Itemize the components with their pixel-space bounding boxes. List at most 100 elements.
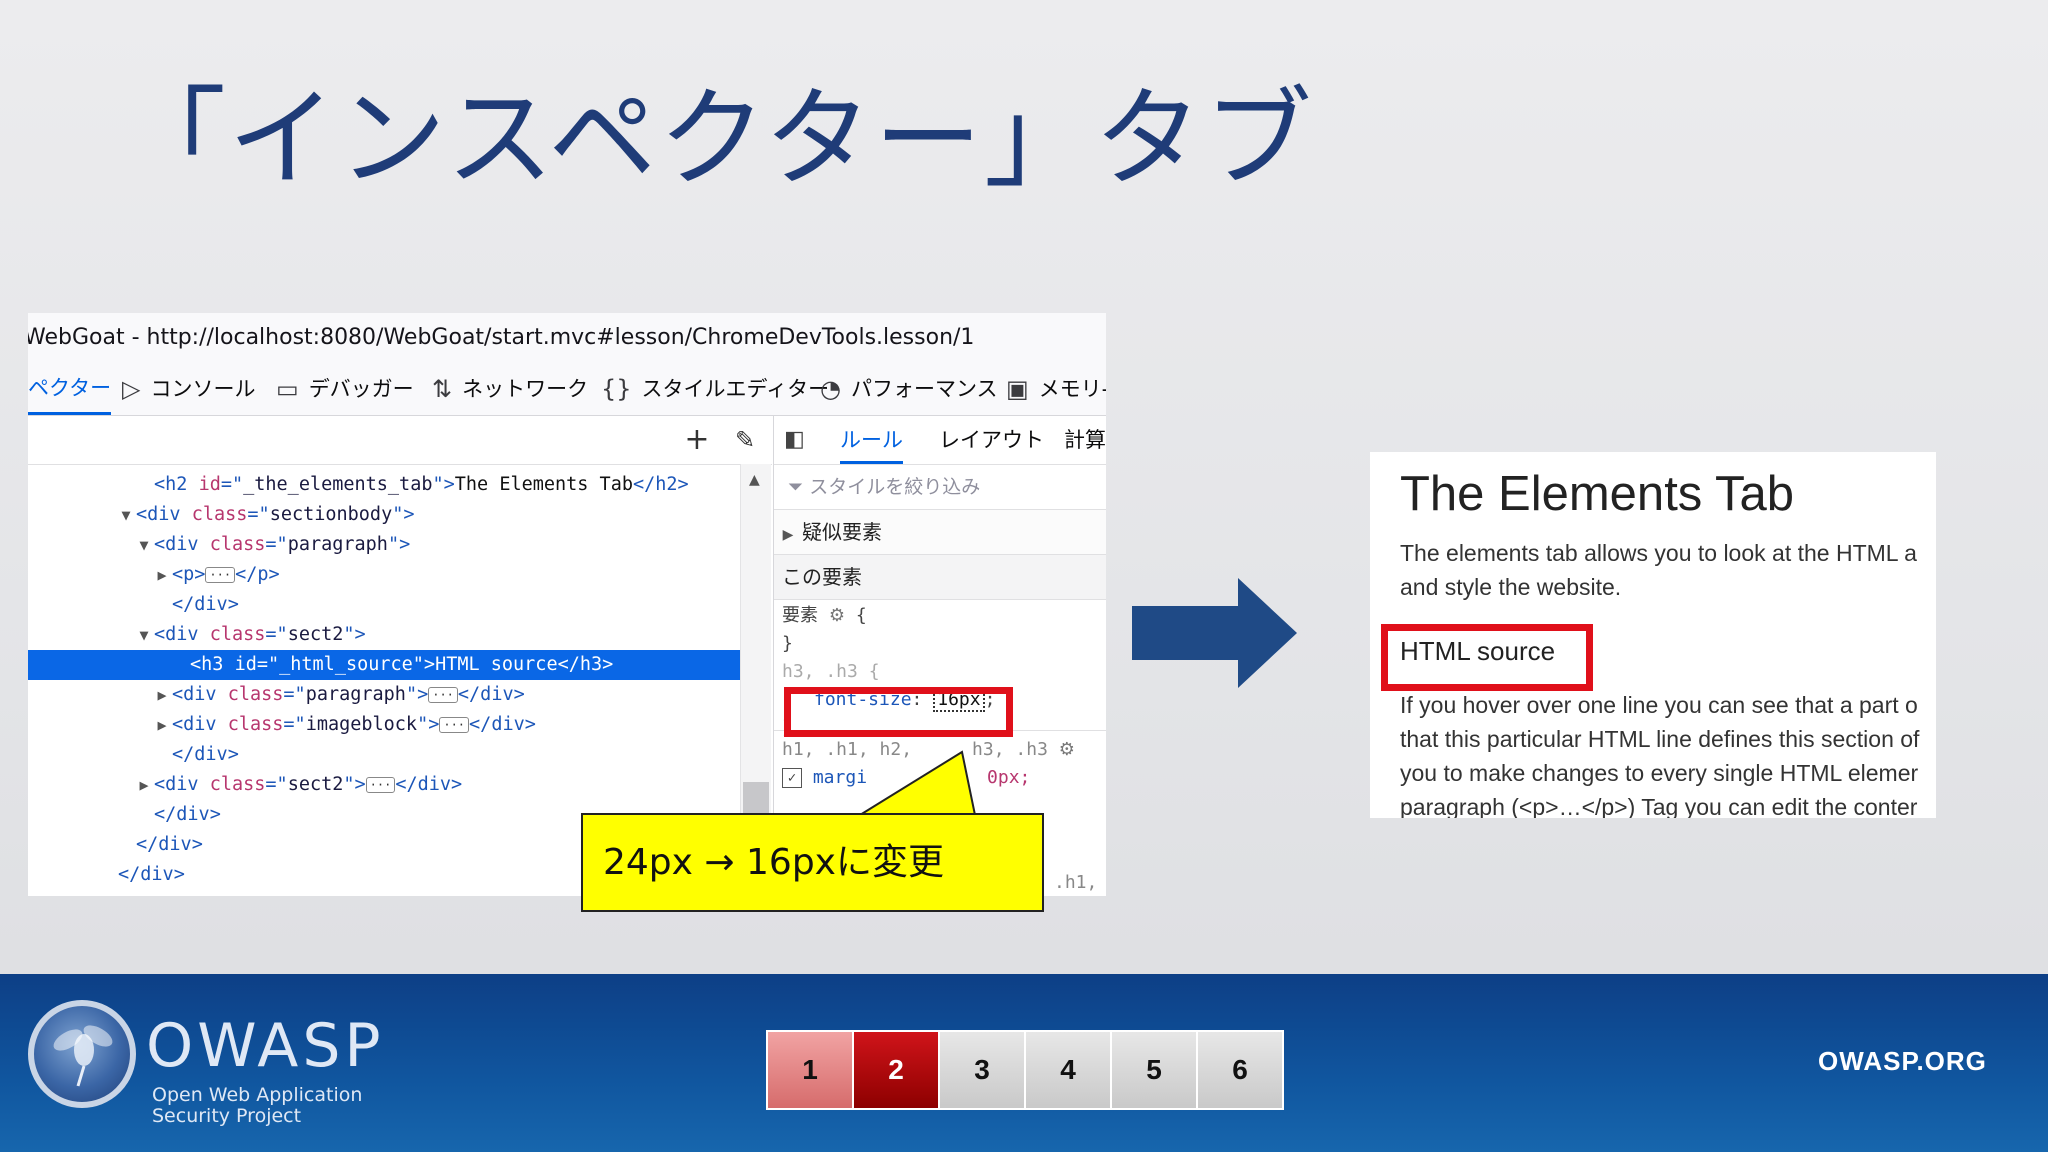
markup-token: =" <box>283 684 306 705</box>
markup-token: </div> <box>154 804 221 825</box>
markup-token: </div> <box>395 774 463 795</box>
markup-token: class <box>191 504 248 525</box>
right-arrow-icon <box>1132 578 1297 688</box>
dom-node[interactable]: ▼ <div class="sectionbody"> <box>28 500 740 530</box>
collapse-triangle-icon[interactable]: ▼ <box>116 500 136 530</box>
markup-token: _html_source <box>279 654 413 675</box>
style-filter-input[interactable]: ⏷ スタイルを絞り込み <box>774 465 1106 510</box>
page-button[interactable]: 1 <box>768 1032 854 1108</box>
markup-token: =" <box>256 654 280 675</box>
checkbox-checked-icon[interactable]: ✓ <box>782 768 802 788</box>
gear-icon[interactable]: ⚙ <box>1059 739 1075 760</box>
ellipsis-badge[interactable]: ··· <box>428 687 458 703</box>
tab-computed[interactable]: 計算 <box>1064 416 1106 464</box>
dom-node[interactable]: <h2 id="_the_elements_tab">The Elements … <box>28 470 740 500</box>
dom-node[interactable]: </div> <box>28 590 740 620</box>
highlight-box-html-source <box>1381 624 1593 691</box>
markup-token: class <box>227 714 284 735</box>
console-icon: ▷ <box>122 375 141 403</box>
ellipsis-badge[interactable]: ··· <box>439 717 470 733</box>
markup-token: paragraph <box>305 684 406 705</box>
devtools-tab-bar: ペクター ▷ コンソール ▭ デバッガー ⇅ ネットワーク {} スタイルエディ… <box>28 363 1106 416</box>
tab-style-editor[interactable]: {} スタイルエディター <box>601 363 829 415</box>
markup-token: <div <box>172 684 228 705</box>
markup-token: <p> <box>172 564 206 585</box>
dom-node[interactable]: </div> <box>28 740 740 770</box>
page-button[interactable]: 3 <box>940 1032 1026 1108</box>
page-button[interactable]: 6 <box>1198 1032 1282 1108</box>
markup-token: </div> <box>118 864 185 885</box>
markup-token: <h3 <box>190 654 235 675</box>
markup-token: <h2 <box>154 474 199 495</box>
tab-debugger[interactable]: ▭ デバッガー <box>276 363 414 415</box>
margin-declaration[interactable]: ✓ margi 0px; <box>782 764 1030 792</box>
expand-triangle-icon[interactable]: ▶ <box>152 680 172 710</box>
tab-layout[interactable]: レイアウト <box>939 416 1044 464</box>
dom-node[interactable]: ▼ <div class="sect2"> <box>28 620 740 650</box>
tagline-line: Open Web Application <box>152 1084 363 1106</box>
pseudo-elements-toggle[interactable]: ▶ 疑似要素 <box>774 510 1106 555</box>
markup-token: =" <box>265 774 288 795</box>
debugger-icon: ▭ <box>276 375 299 403</box>
markup-token: sect2 <box>287 774 344 795</box>
network-arrows-icon: ⇅ <box>432 375 453 403</box>
collapse-triangle-icon[interactable]: ▼ <box>134 620 154 650</box>
dom-node[interactable]: ▶ <div class="paragraph"> ··· </div> <box>28 680 740 710</box>
dom-node[interactable]: ▶ <div class="sect2"> ··· </div> <box>28 770 740 800</box>
toggle-sidebar-icon[interactable]: ◧ <box>784 416 805 464</box>
expand-triangle-icon[interactable]: ▶ <box>134 770 154 800</box>
owasp-wordmark: OWASP <box>146 1011 385 1081</box>
markup-token: </h2> <box>632 474 689 495</box>
markup-token: "> <box>387 534 411 555</box>
gear-icon[interactable]: ⚙ <box>829 605 845 626</box>
markup-token: The Elements Tab <box>454 474 633 495</box>
tab-memory[interactable]: ▣ メモリ- <box>1006 363 1106 415</box>
markup-token: =" <box>265 624 288 645</box>
markup-token: <div <box>172 714 228 735</box>
heading-rule-selector: h1, .h1, h2, h3, .h3 ⚙ <box>782 736 1075 764</box>
open-brace: { <box>868 661 880 682</box>
tab-inspector[interactable]: ペクター <box>28 363 112 415</box>
page-heading: The Elements Tab <box>1400 467 1795 521</box>
dom-node[interactable]: ▼ <div class="paragraph"> <box>28 530 740 560</box>
callout-annotation: 24px → 16pxに変更 <box>581 813 1044 912</box>
gauge-icon: ◔ <box>820 375 841 403</box>
markup-token: "> <box>412 654 436 675</box>
site-link[interactable]: OWASP.ORG <box>1818 1046 1987 1077</box>
page-button[interactable]: 5 <box>1112 1032 1198 1108</box>
markup-token: <div <box>154 624 210 645</box>
ellipsis-badge[interactable]: ··· <box>205 567 236 583</box>
property-name: margi <box>812 767 868 788</box>
markup-toolbar: + ✎ <box>28 416 772 465</box>
tab-network[interactable]: ⇅ ネットワーク <box>432 363 588 415</box>
sidebar-tab-bar: ◧ ルール レイアウト 計算 <box>774 416 1106 465</box>
markup-token: </div> <box>136 834 203 855</box>
dom-node-selected[interactable]: <h3 id="_html_source">HTML source</h3> <box>28 650 740 680</box>
markup-token: </p> <box>235 564 280 585</box>
tab-performance[interactable]: ◔ パフォーマンス <box>820 363 998 415</box>
owasp-tagline: Open Web Application Security Project <box>152 1085 362 1127</box>
open-brace: { <box>855 605 867 626</box>
markup-token: sect2 <box>287 624 344 645</box>
expand-triangle-icon[interactable]: ▶ <box>152 560 172 590</box>
page-button-current[interactable]: 2 <box>854 1032 940 1108</box>
expand-triangle-icon[interactable]: ▶ <box>152 710 172 740</box>
eyedropper-icon[interactable]: ✎ <box>728 422 762 458</box>
collapse-triangle-icon[interactable]: ▼ <box>134 530 154 560</box>
rule-selector: h3, .h3 <box>782 661 858 682</box>
tab-label: デバッガー <box>308 377 414 401</box>
tab-rules[interactable]: ルール <box>840 416 903 464</box>
page-paragraph-line: that this particular HTML line defines t… <box>1400 726 1920 752</box>
rule-selector-tail: h3, .h3 <box>972 739 1048 760</box>
markup-token: </div> <box>172 744 239 765</box>
dom-node[interactable]: ▶ <p> ··· </p> <box>28 560 740 590</box>
markup-token: class <box>227 684 284 705</box>
scroll-up-icon[interactable]: ▲ <box>749 472 760 488</box>
tab-console[interactable]: ▷ コンソール <box>122 363 255 415</box>
tab-label: ペクター <box>28 375 112 400</box>
add-node-icon[interactable]: + <box>680 422 714 458</box>
markup-token: _the_elements_tab <box>243 474 433 495</box>
page-button[interactable]: 4 <box>1026 1032 1112 1108</box>
ellipsis-badge[interactable]: ··· <box>365 777 396 793</box>
dom-node[interactable]: ▶ <div class="imageblock"> ··· </div> <box>28 710 740 740</box>
